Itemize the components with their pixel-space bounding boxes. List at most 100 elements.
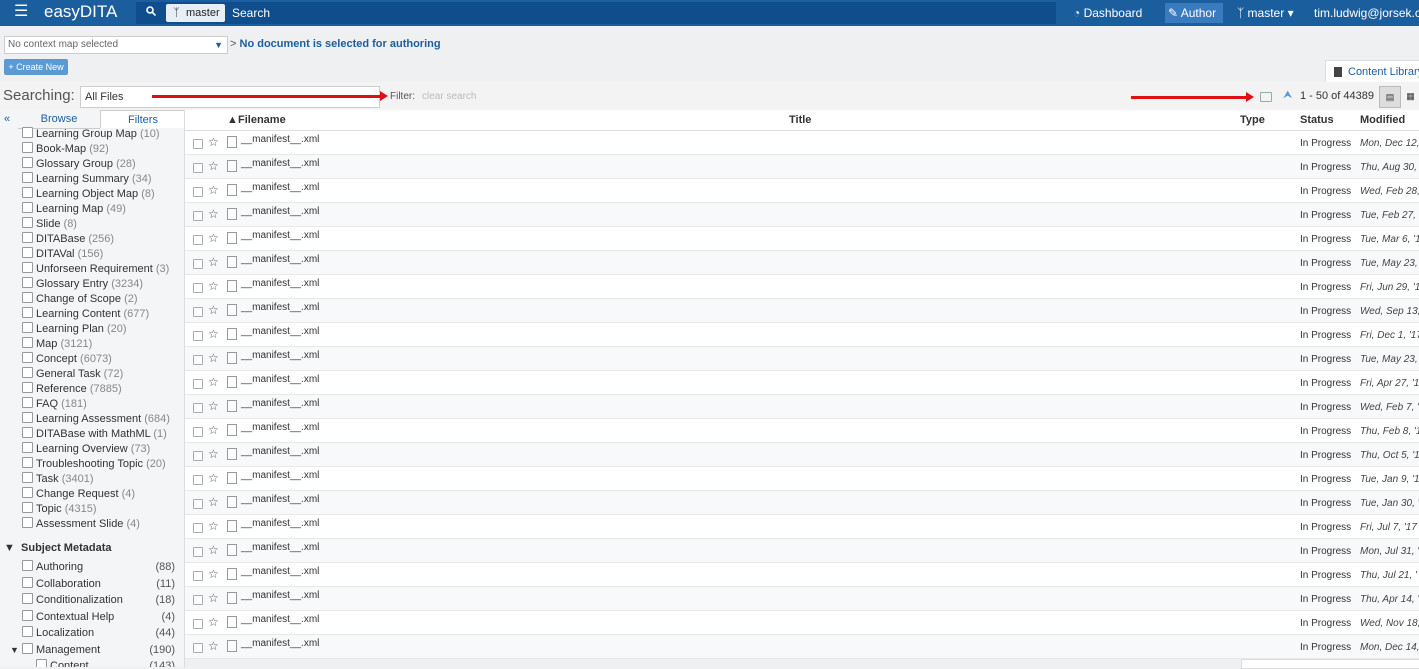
filter-item[interactable]: Topic (4315)	[22, 502, 97, 517]
table-row[interactable]: ☆ __manifest__.xml In Progress Thu, Apr 14,…	[185, 587, 1419, 611]
checkbox[interactable]	[22, 262, 33, 273]
table-row[interactable]: ☆ __manifest__.xml In Progress Tue, Jan 9, …	[185, 467, 1419, 491]
app-brand[interactable]: easyDITA	[44, 3, 117, 21]
upload-icon[interactable]: ⮝	[1283, 90, 1293, 101]
checkbox[interactable]	[22, 487, 33, 498]
filename-cell[interactable]: __manifest__.xml	[241, 590, 319, 601]
checkbox[interactable]	[22, 560, 33, 571]
table-row[interactable]: ☆ __manifest__.xml In Progress Wed, Feb 28,	[185, 179, 1419, 203]
table-row[interactable]: ☆ __manifest__.xml In Progress Tue, May 23,	[185, 251, 1419, 275]
grid-view-icon[interactable]: ▦	[1402, 86, 1419, 106]
star-icon[interactable]: ☆	[208, 423, 219, 437]
subject-item[interactable]: Content (143)	[36, 658, 175, 667]
star-icon[interactable]: ☆	[208, 375, 219, 389]
filter-item[interactable]: General Task (72)	[22, 367, 123, 382]
subject-metadata-header[interactable]: ▼ Subject Metadata	[4, 542, 111, 554]
row-checkbox[interactable]	[193, 403, 203, 413]
checkbox[interactable]	[22, 172, 33, 183]
filter-item[interactable]: Learning Content (677)	[22, 307, 149, 322]
checkbox[interactable]	[22, 397, 33, 408]
nav-dashboard[interactable]: ◔ Dashboard	[1073, 6, 1142, 20]
subject-item[interactable]: Contextual Help (4)	[22, 609, 175, 625]
col-modified[interactable]: Modified	[1360, 114, 1405, 126]
search-input[interactable]: Search	[232, 6, 270, 20]
checkbox[interactable]	[22, 442, 33, 453]
checkbox[interactable]	[22, 472, 33, 483]
filter-item[interactable]: Learning Summary (34)	[22, 172, 152, 187]
table-row[interactable]: ☆ __manifest__.xml In Progress Tue, May 23,	[185, 347, 1419, 371]
row-checkbox[interactable]	[193, 619, 203, 629]
filter-item[interactable]: Learning Group Map (10)	[22, 127, 160, 142]
table-row[interactable]: ☆ __manifest__.xml In Progress Mon, Jul 31,…	[185, 539, 1419, 563]
filename-cell[interactable]: __manifest__.xml	[241, 182, 319, 193]
row-checkbox[interactable]	[193, 547, 203, 557]
filename-cell[interactable]: __manifest__.xml	[241, 614, 319, 625]
row-checkbox[interactable]	[193, 187, 203, 197]
filter-input[interactable]: clear search	[422, 91, 476, 102]
filename-cell[interactable]: __manifest__.xml	[241, 638, 319, 649]
subject-item[interactable]: Conditionalization (18)	[22, 592, 175, 608]
row-checkbox[interactable]	[193, 499, 203, 509]
row-checkbox[interactable]	[193, 451, 203, 461]
checkbox[interactable]	[22, 457, 33, 468]
table-row[interactable]: ☆ __manifest__.xml In Progress Fri, Apr 27,…	[185, 371, 1419, 395]
checkbox[interactable]	[22, 247, 33, 258]
checkbox[interactable]	[22, 642, 33, 654]
row-checkbox[interactable]	[193, 379, 203, 389]
filter-item[interactable]: Unforseen Requirement (3)	[22, 262, 169, 277]
star-icon[interactable]: ☆	[208, 591, 219, 605]
tab-content-library[interactable]: Content Library	[1325, 60, 1419, 83]
context-map-select[interactable]: No context map selected ▼	[4, 36, 228, 54]
star-icon[interactable]: ☆	[208, 183, 219, 197]
star-icon[interactable]: ☆	[208, 447, 219, 461]
collapse-icon[interactable]: «	[4, 113, 10, 125]
col-title[interactable]: Title	[789, 114, 811, 126]
checkbox[interactable]	[22, 517, 33, 528]
star-icon[interactable]: ☆	[208, 543, 219, 557]
menu-icon[interactable]: ☰	[14, 3, 28, 21]
filter-item[interactable]: Learning Plan (20)	[22, 322, 127, 337]
filter-item[interactable]: DITABase with MathML (1)	[22, 427, 167, 442]
col-type[interactable]: Type	[1240, 114, 1265, 126]
filter-item[interactable]: Assessment Slide (4)	[22, 517, 140, 532]
checkbox[interactable]	[22, 427, 33, 438]
filename-cell[interactable]: __manifest__.xml	[241, 470, 319, 481]
table-row[interactable]: ☆ __manifest__.xml In Progress Fri, Jun 29,…	[185, 275, 1419, 299]
star-icon[interactable]: ☆	[208, 255, 219, 269]
filter-item[interactable]: Reference (7885)	[22, 382, 122, 397]
star-icon[interactable]: ☆	[208, 351, 219, 365]
filter-item[interactable]: Change of Scope (2)	[22, 292, 138, 307]
table-row[interactable]: ☆ __manifest__.xml In Progress Wed, Nov 18,	[185, 611, 1419, 635]
filename-cell[interactable]: __manifest__.xml	[241, 254, 319, 265]
star-icon[interactable]: ☆	[208, 519, 219, 533]
filter-item[interactable]: Concept (6073)	[22, 352, 112, 367]
filter-item[interactable]: DITAVal (156)	[22, 247, 103, 262]
checkbox[interactable]	[22, 292, 33, 303]
global-search-bar[interactable]	[136, 2, 1056, 24]
table-row[interactable]: ☆ __manifest__.xml In Progress Thu, Aug 30,	[185, 155, 1419, 179]
filter-item[interactable]: Glossary Group (28)	[22, 157, 136, 172]
table-row[interactable]: ☆ __manifest__.xml In Progress Mon, Dec 14,	[185, 635, 1419, 659]
checkbox[interactable]	[22, 337, 33, 348]
checkbox[interactable]	[22, 382, 33, 393]
create-new-button[interactable]: + Create New	[4, 59, 68, 75]
user-menu[interactable]: tim.ludwig@jorsek.c	[1314, 6, 1419, 20]
table-row[interactable]: ☆ __manifest__.xml In Progress Thu, Jul 21,…	[185, 563, 1419, 587]
star-icon[interactable]: ☆	[208, 567, 219, 581]
row-checkbox[interactable]	[193, 211, 203, 221]
filter-item[interactable]: Troubleshooting Topic (20)	[22, 457, 166, 472]
row-checkbox[interactable]	[193, 235, 203, 245]
star-icon[interactable]: ☆	[208, 303, 219, 317]
row-checkbox[interactable]	[193, 163, 203, 173]
checkbox[interactable]	[22, 412, 33, 423]
subject-item[interactable]: Localization (44)	[22, 625, 175, 641]
filename-cell[interactable]: __manifest__.xml	[241, 566, 319, 577]
search-icon[interactable]	[146, 6, 156, 16]
row-checkbox[interactable]	[193, 259, 203, 269]
filename-cell[interactable]: __manifest__.xml	[241, 518, 319, 529]
filename-cell[interactable]: __manifest__.xml	[241, 446, 319, 457]
table-row[interactable]: ☆ __manifest__.xml In Progress Wed, Feb 7, …	[185, 395, 1419, 419]
checkbox[interactable]	[22, 232, 33, 243]
filter-item[interactable]: FAQ (181)	[22, 397, 87, 412]
subject-item[interactable]: Management (190)	[22, 642, 175, 658]
